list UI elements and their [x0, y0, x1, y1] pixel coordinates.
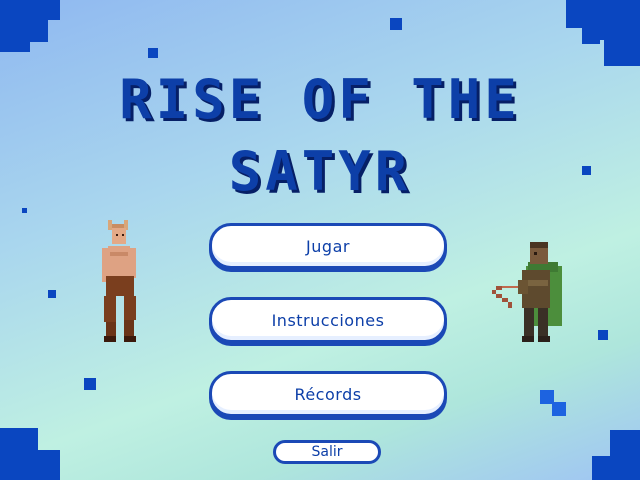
instructions-button-label: Instrucciones	[271, 310, 385, 330]
archer-character-sprite	[492, 242, 562, 342]
game-title-line1: RISE OF THE	[119, 68, 521, 131]
exit-button[interactable]: Salir	[273, 440, 381, 464]
play-button[interactable]: Jugar	[209, 223, 447, 269]
exit-button-label: Salir	[311, 444, 343, 460]
play-button-label: Jugar	[306, 236, 350, 256]
satyr-character-sprite	[102, 220, 136, 342]
instructions-button[interactable]: Instrucciones	[209, 297, 447, 343]
records-button-label: Récords	[294, 384, 362, 404]
game-title-line2: SATYR	[228, 140, 412, 203]
records-button[interactable]: Récords	[209, 371, 447, 417]
